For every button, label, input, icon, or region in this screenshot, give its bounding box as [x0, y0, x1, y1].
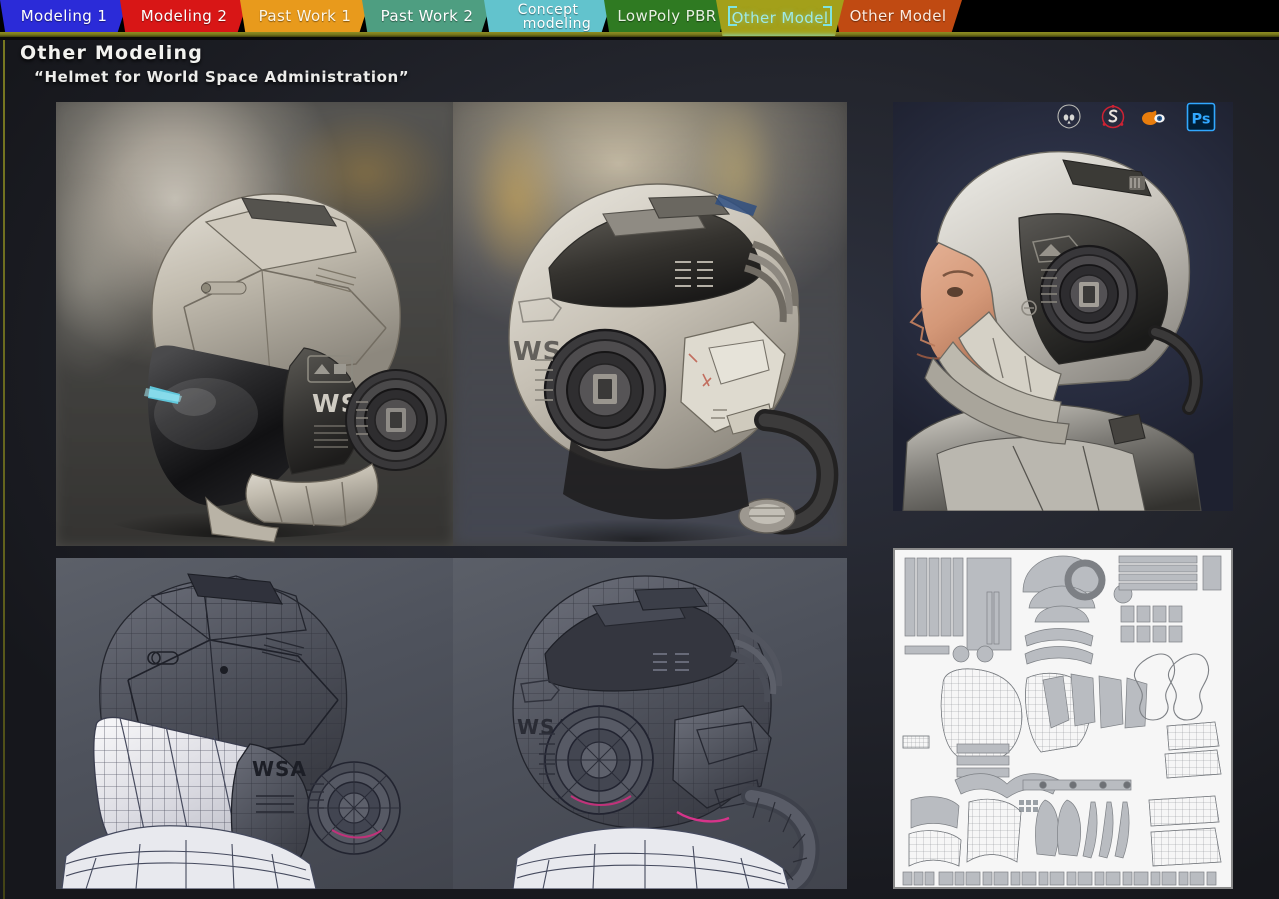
svg-text:WSA: WSA — [252, 757, 307, 781]
tab-label: Other Model — [731, 9, 829, 27]
wireframe-front-art: WSA — [61, 573, 401, 889]
tab-label: Concept — [517, 1, 579, 18]
tab-label: Modeling 2 — [140, 7, 228, 25]
portfolio-slide: Modeling 1 Modeling 2 Past Work 1 Past Work… — [0, 0, 1279, 899]
tab-other-model-6[interactable]: Other Model — [716, 0, 844, 36]
tab-other-model-7[interactable]: Other Model — [834, 0, 962, 32]
helmet-rear-quarter-art: WSA — [493, 183, 839, 542]
marmoset-toolbag-icon[interactable] — [1053, 101, 1085, 133]
page-title: Other Modeling — [20, 42, 204, 64]
wireframe-rear-quarter[interactable]: WSA — [453, 558, 847, 889]
active-tab-bracket-right — [823, 6, 832, 26]
active-tab-bracket-left — [728, 6, 737, 26]
tab-modeling-2-1[interactable]: Modeling 2 — [120, 0, 248, 32]
photoshop-icon[interactable]: Ps — [1185, 101, 1217, 133]
beauty-render-rear-quarter[interactable]: WSA — [453, 102, 847, 546]
page-subtitle: “Helmet for World Space Administration” — [34, 68, 410, 86]
character-profile-art — [902, 151, 1203, 511]
substance-painter-icon[interactable] — [1097, 101, 1129, 133]
blender-icon[interactable] — [1141, 101, 1173, 133]
beauty-render-front-quarter[interactable]: WSA MARMOSET — [56, 102, 453, 546]
tab-past-work-1-2[interactable]: Past Work 1 — [240, 0, 370, 32]
tab-label: Modeling 1 — [20, 7, 108, 25]
tab-bar: Modeling 1 Modeling 2 Past Work 1 Past Work… — [0, 0, 1279, 40]
tab-past-work-2-3[interactable]: Past Work 2 — [362, 0, 492, 32]
wireframe-rear-art: WSA — [512, 575, 820, 889]
tab-rail-shadow — [0, 37, 1279, 40]
tab-label-line2: modeling — [522, 15, 592, 32]
tab-label: Other Model — [849, 7, 947, 25]
uv-layout-art — [895, 550, 1231, 887]
uv-layout-sheet[interactable] — [893, 548, 1233, 889]
tab-label: LowPoly PBR — [617, 7, 717, 25]
tab-concept-modeling-4[interactable]: Concept modeling — [484, 0, 612, 32]
svg-text:Ps: Ps — [1191, 111, 1210, 127]
tab-label: Past Work 2 — [380, 7, 474, 25]
wireframe-front-quarter[interactable]: WSA — [56, 558, 453, 889]
tab-lowpoly-pbr-5[interactable]: LowPoly PBR — [604, 0, 730, 32]
helmet-front-quarter-art: WSA — [96, 193, 447, 543]
character-render-profile[interactable]: Guerilla Render — [893, 102, 1233, 511]
left-accent-edge — [3, 36, 5, 899]
software-icon-row: Ps — [1053, 101, 1217, 133]
tab-modeling-1-0[interactable]: Modeling 1 — [0, 0, 128, 32]
tab-label: Past Work 1 — [258, 7, 352, 25]
heading-block: Other Modeling “Helmet for World Space A… — [20, 42, 409, 86]
